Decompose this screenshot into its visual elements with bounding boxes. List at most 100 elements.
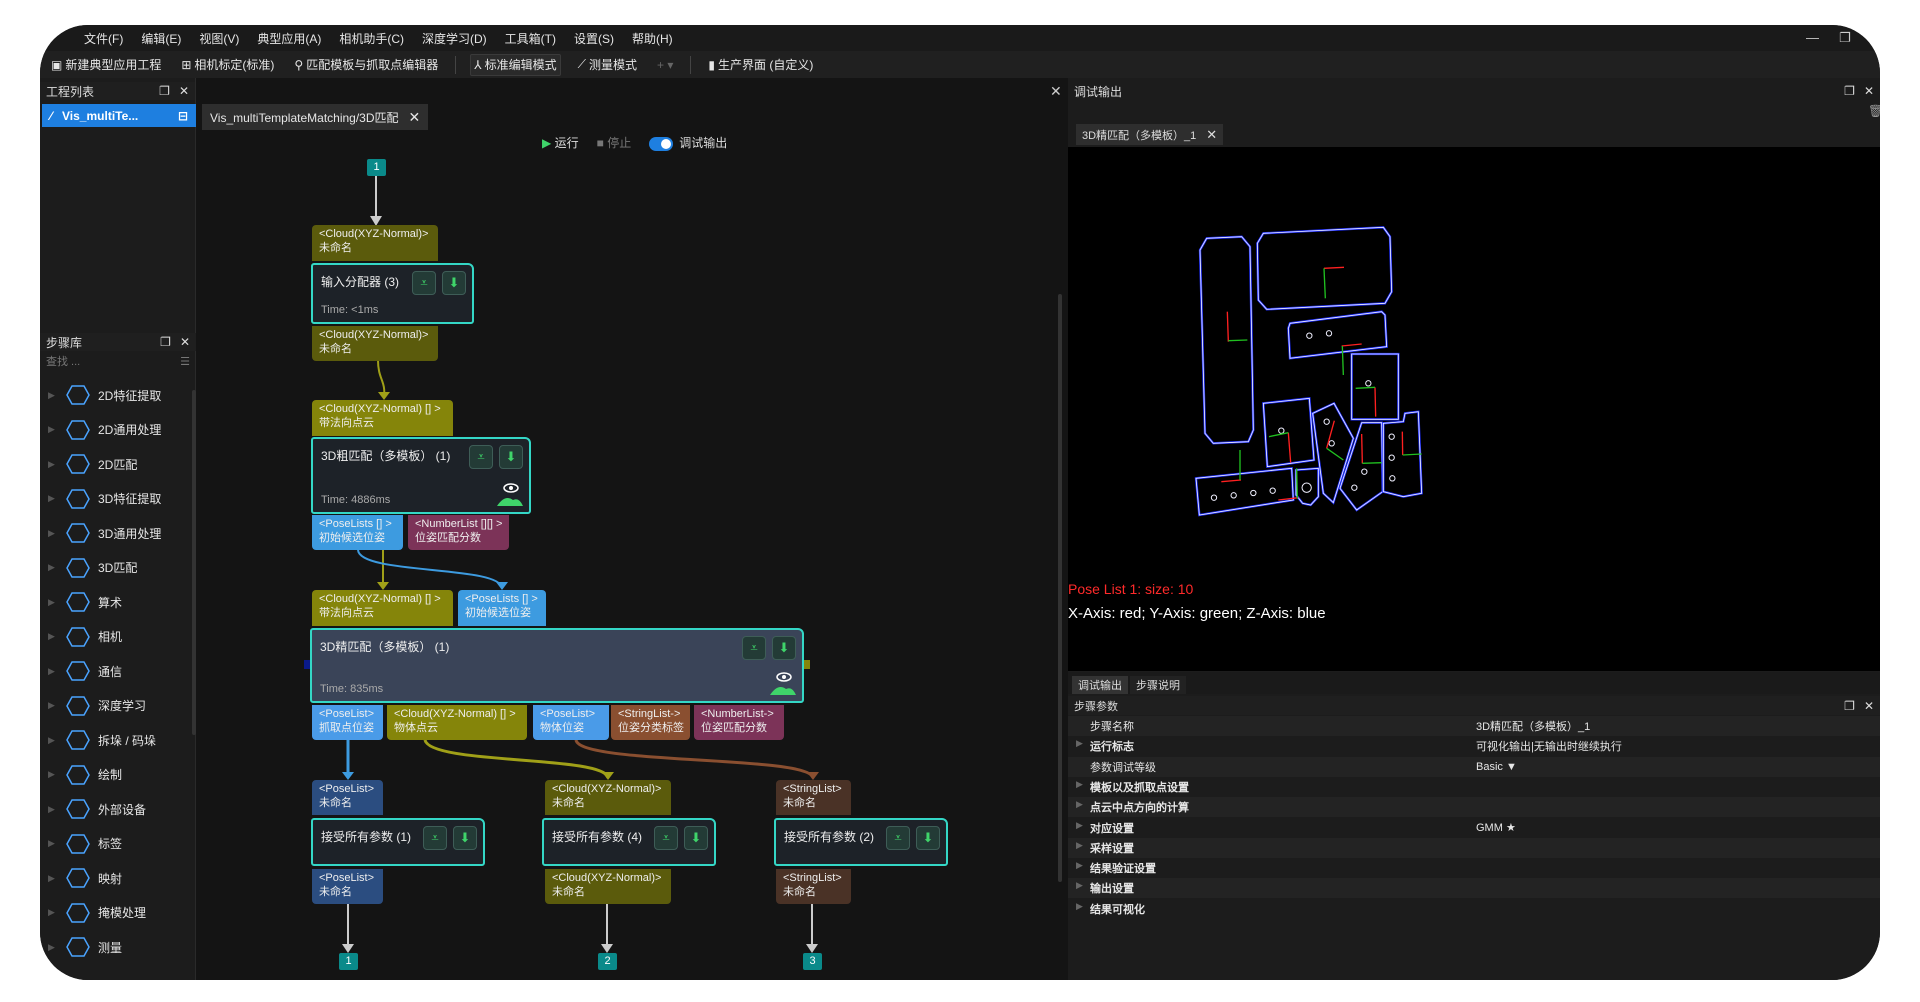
graph-output-badge[interactable]: 1 [339,953,358,970]
axis-legend: X-Axis: red; Y-Axis: green; Z-Axis: blue [1068,605,1326,622]
input-port[interactable]: <Cloud(XYZ-Normal)> 未命名 [545,780,671,815]
output-port[interactable]: <StringList-> 位姿分类标签 [611,705,690,740]
step-node[interactable]: 接受所有参数 (1) ⩡ ⬇ [311,818,485,866]
expand-arrow-icon[interactable]: ▶ [1076,799,1083,810]
pose-list-info: Pose List 1: size: 10 [1068,581,1194,597]
part-outline [1287,311,1388,359]
param-row[interactable]: ▶ 运行标志 可视化输出|无输出时继续执行 [1068,736,1880,757]
node-handle[interactable] [803,660,810,669]
chevron-down-icon[interactable]: ⩡ [423,826,447,850]
input-port[interactable]: <Cloud(XYZ-Normal) [] > 带法向点云 [312,590,453,626]
expand-arrow-icon[interactable]: ▶ [1076,880,1083,891]
graph-output-badge[interactable]: 2 [598,953,617,970]
trash-icon[interactable]: 🗑 [1868,104,1880,118]
tab-debug-output[interactable]: 调试输出 [1072,676,1128,694]
tab-debug-step[interactable]: 3D精匹配（多模板）_1 ✕ [1076,124,1224,145]
input-port[interactable]: <StringList> 未命名 [776,780,851,815]
expand-arrow-icon[interactable]: ▶ [1076,738,1083,749]
output-port[interactable]: <PoseList> 未命名 [312,869,383,904]
param-row[interactable]: ▶ 模板以及抓取点设置 [1068,776,1880,797]
part-outline [1195,467,1294,516]
expand-arrow-icon[interactable]: ▶ [1076,901,1083,912]
chevron-down-icon[interactable]: ⩡ [742,636,766,660]
step-node[interactable]: 接受所有参数 (4) ⩡ ⬇ [542,818,716,866]
step-node[interactable]: 输入分配器 (3) Time: <1ms ⩡ ⬇ [311,263,474,324]
param-row[interactable]: 步骤名称 3D精匹配（多模板）_1 [1068,716,1880,736]
tab-step-description[interactable]: 步骤说明 [1130,676,1186,694]
debug-output-header: 调试输出 ❐ ✕ [1068,82,1880,100]
part-outline [1262,397,1316,469]
step-node[interactable]: 接受所有参数 (2) ⩡ ⬇ [774,818,948,866]
param-value[interactable]: 3D精匹配（多模板）_1 [1476,718,1590,734]
param-row[interactable]: ▶ 结果验证设置 [1068,858,1880,879]
part-hole [1323,418,1330,425]
close-icon[interactable]: ✕ [1864,699,1874,713]
download-icon[interactable]: ⬇ [684,826,708,850]
download-icon[interactable]: ⬇ [499,445,523,469]
expand-arrow-icon[interactable]: ▶ [1076,779,1083,790]
pose-axis-x [1326,420,1335,449]
chevron-down-icon[interactable]: ⩡ [469,445,493,469]
selected-step-node[interactable]: 3D精匹配（多模板） (1) Time: 835ms ⩡ ⬇ [310,628,804,703]
output-port[interactable]: <Cloud(XYZ-Normal)> 未命名 [545,869,671,904]
output-port[interactable]: <NumberList [][] > 位姿匹配分数 [408,515,509,550]
pose-axis-y [1341,345,1344,376]
expand-arrow-icon[interactable]: ▶ [1076,840,1083,851]
param-row[interactable]: ▶ 点云中点方向的计算 [1068,797,1880,818]
param-row[interactable]: ▶ 采样设置 [1068,837,1880,858]
param-row[interactable]: ▶ 对应设置 GMM ★ [1068,817,1880,838]
output-port[interactable]: <StringList> 未命名 [776,869,851,904]
output-port[interactable]: <PoseLists [] > 初始候选位姿 [312,515,403,550]
pose-axis-x [1361,433,1363,464]
part-hole [1389,475,1396,482]
download-icon[interactable]: ⬇ [916,826,940,850]
output-port[interactable]: <PoseList> 物体位姿 [533,705,609,740]
step-node[interactable]: 3D粗匹配（多模板） (1) Time: 4886ms ⩡ ⬇ [311,437,531,514]
param-value[interactable]: Basic ▼ [1476,761,1517,773]
part-hole [1388,454,1395,461]
chevron-down-icon[interactable]: ⩡ [654,826,678,850]
output-port[interactable]: <PoseList> 抓取点位姿 [312,705,383,740]
float-icon[interactable]: ❐ [1844,699,1855,713]
output-port[interactable]: <NumberList-> 位姿匹配分数 [694,705,784,740]
graph-output-badge[interactable]: 3 [803,953,822,970]
param-value[interactable]: GMM ★ [1476,821,1516,834]
input-port[interactable]: <PoseList> 未命名 [312,780,383,815]
visualize-icon[interactable] [770,671,796,695]
expand-arrow-icon[interactable]: ▶ [1076,820,1083,831]
part-outline [1287,310,1388,360]
expand-arrow-icon[interactable]: ▶ [1076,860,1083,871]
param-row[interactable]: 参数调试等级 Basic ▼ [1068,756,1880,777]
application-window: 文件(F) 编辑(E) 视图(V) 典型应用(A) 相机助手(C) 深度学习(D… [40,25,1880,980]
visualize-icon[interactable] [497,482,523,506]
part-hole [1301,482,1312,493]
input-port[interactable]: <Cloud(XYZ-Normal) [] > 带法向点云 [312,400,453,436]
param-row[interactable]: ▶ 输出设置 [1068,878,1880,899]
download-icon[interactable]: ⬇ [453,826,477,850]
part-hole [1269,487,1276,494]
part-hole [1306,332,1313,339]
pose-axis-y [1326,447,1344,461]
part-hole [1210,494,1218,501]
chevron-down-icon[interactable]: ⩡ [886,826,910,850]
input-port[interactable]: <Cloud(XYZ-Normal)> 未命名 [312,225,438,261]
output-port[interactable]: <Cloud(XYZ-Normal)> 未命名 [312,326,438,361]
part-outline [1262,397,1315,468]
part-hole [1278,427,1285,434]
pose-axis-y [1323,268,1326,299]
part-hole [1250,489,1257,497]
input-port[interactable]: <PoseLists [] > 初始候选位姿 [458,590,546,626]
output-port[interactable]: <Cloud(XYZ-Normal) [] > 物体点云 [387,705,527,740]
download-icon[interactable]: ⬇ [442,271,466,295]
debug-viewer[interactable]: Pose List 1: size: 10 X-Axis: red; Y-Axi… [1068,147,1880,671]
chevron-down-icon[interactable]: ⩡ [412,271,436,295]
param-value[interactable]: 可视化输出|无输出时继续执行 [1476,738,1622,754]
graph-input-badge[interactable]: 1 [367,159,386,176]
download-icon[interactable]: ⬇ [772,636,796,660]
pose-axis-x [1226,311,1229,342]
param-row[interactable]: ▶ 结果可视化 [1068,898,1880,919]
close-icon[interactable]: ✕ [1864,84,1874,98]
close-icon[interactable]: ✕ [1206,127,1217,143]
float-icon[interactable]: ❐ [1844,84,1855,98]
pose-axis-y [1362,462,1382,464]
